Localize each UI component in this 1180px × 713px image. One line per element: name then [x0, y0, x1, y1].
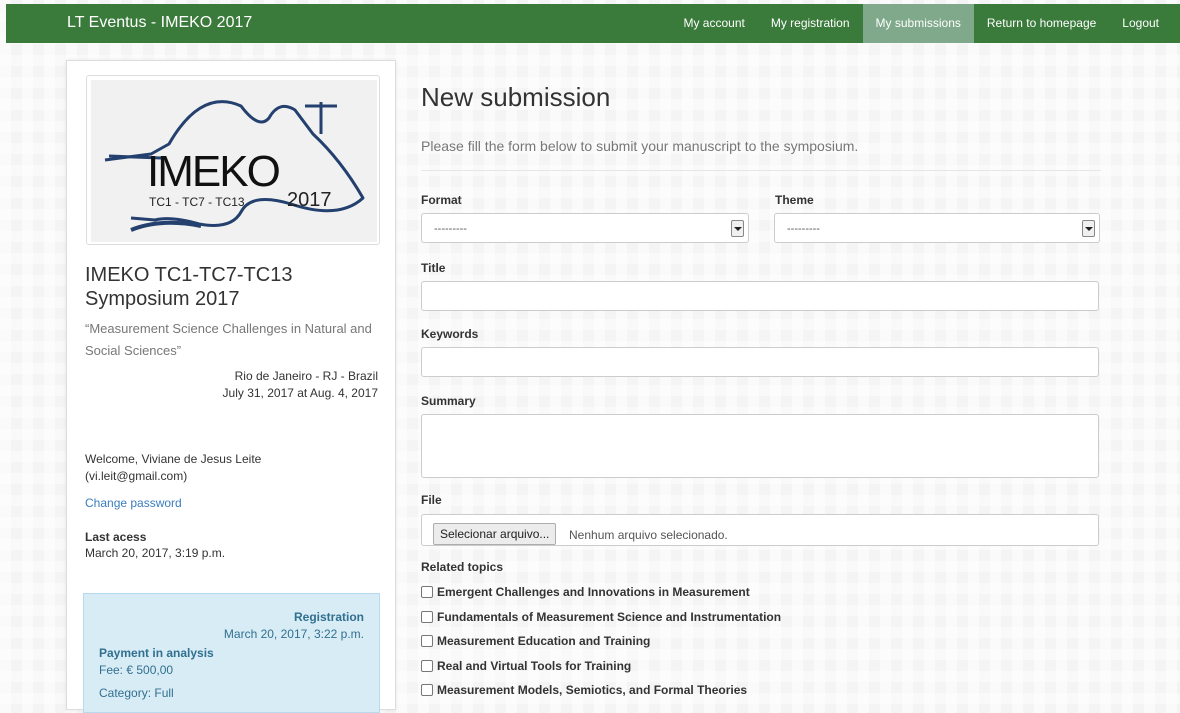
file-input: Selecionar arquivo... Nenhum arquivo sel…	[421, 514, 1099, 546]
last-access-value: March 20, 2017, 3:19 p.m.	[85, 546, 226, 560]
welcome-text: Welcome, Viviane de Jesus Leite (vi.leit…	[85, 452, 262, 483]
topic-label: Measurement Models, Semiotics, and Forma…	[437, 683, 748, 697]
logo-year: 2017	[287, 189, 332, 211]
topic-label: Fundamentals of Measurement Science and …	[437, 610, 782, 624]
checkbox[interactable]	[421, 611, 433, 623]
brand-title[interactable]: LT Eventus - IMEKO 2017	[67, 14, 252, 32]
nav-links: My account My registration My submission…	[670, 4, 1172, 43]
title-input[interactable]	[421, 281, 1099, 311]
choose-file-button[interactable]: Selecionar arquivo...	[433, 523, 557, 545]
topic-checkbox-item[interactable]: Fundamentals of Measurement Science and …	[421, 610, 781, 624]
conference-subtitle: “Measurement Science Challenges in Natur…	[85, 321, 372, 358]
registration-date: March 20, 2017, 3:22 p.m.	[223, 627, 364, 641]
topic-label: Real and Virtual Tools for Training	[437, 659, 632, 673]
top-navbar: LT Eventus - IMEKO 2017 My account My re…	[6, 4, 1180, 43]
imeko-logo-image: IMEKO TC1 - TC7 - TC13 2017	[91, 80, 377, 242]
checkbox[interactable]	[421, 586, 433, 598]
theme-select[interactable]: ---------	[774, 213, 1100, 243]
keywords-input[interactable]	[421, 347, 1099, 377]
topic-checkbox-item[interactable]: Measurement Models, Semiotics, and Forma…	[421, 683, 747, 697]
summary-label: Summary	[421, 394, 476, 408]
format-select-value: ---------	[434, 223, 467, 235]
topic-label: Emergent Challenges and Innovations in M…	[437, 585, 750, 599]
nav-logout[interactable]: Logout	[1109, 4, 1172, 43]
topic-checkbox-item[interactable]: Measurement Education and Training	[421, 634, 650, 648]
sidebar-panel: IMEKO TC1 - TC7 - TC13 2017 IMEKO TC1-TC…	[66, 60, 396, 713]
nav-my-account[interactable]: My account	[670, 4, 757, 43]
conference-logo: IMEKO TC1 - TC7 - TC13 2017	[86, 75, 380, 245]
checkbox[interactable]	[421, 660, 433, 672]
format-select[interactable]: ---------	[421, 213, 749, 243]
logo-committees: TC1 - TC7 - TC13	[149, 195, 245, 209]
registration-title: Registration	[293, 610, 364, 624]
page-title: New submission	[421, 82, 611, 112]
keywords-label: Keywords	[421, 327, 479, 341]
related-topics-label: Related topics	[421, 560, 504, 574]
change-password-link[interactable]: Change password	[85, 496, 182, 510]
payment-status: Payment in analysis	[99, 646, 214, 660]
conference-location: Rio de Janeiro - RJ - Brazil	[234, 369, 378, 383]
logo-word: IMEKO	[147, 147, 280, 196]
file-label: File	[421, 493, 442, 507]
nav-my-submissions[interactable]: My submissions	[862, 4, 974, 43]
checkbox[interactable]	[421, 684, 433, 696]
nav-return-homepage[interactable]: Return to homepage	[974, 4, 1109, 43]
checkbox[interactable]	[421, 635, 433, 647]
topic-checkbox-item[interactable]: Emergent Challenges and Innovations in M…	[421, 585, 750, 599]
registration-box: Registration March 20, 2017, 3:22 p.m. P…	[83, 593, 380, 713]
theme-label: Theme	[775, 193, 814, 207]
chevron-down-icon	[1082, 220, 1095, 237]
form-intro: Please fill the form below to submit you…	[421, 138, 859, 154]
chevron-down-icon	[731, 220, 744, 237]
title-label: Title	[421, 261, 446, 275]
last-access-label: Last acess	[85, 530, 147, 544]
conference-title: IMEKO TC1-TC7-TC13 Symposium 2017	[85, 264, 293, 310]
format-label: Format	[421, 193, 462, 207]
theme-select-value: ---------	[787, 223, 820, 235]
conference-dates: July 31, 2017 at Aug. 4, 2017	[222, 386, 378, 400]
topic-checkbox-item[interactable]: Real and Virtual Tools for Training	[421, 659, 631, 673]
nav-my-registration[interactable]: My registration	[758, 4, 863, 43]
summary-textarea[interactable]	[421, 414, 1099, 478]
divider	[421, 170, 1101, 171]
registration-fee: Fee: € 500,00	[99, 663, 174, 677]
file-status-text: Nenhum arquivo selecionado.	[569, 528, 728, 542]
topic-label: Measurement Education and Training	[437, 634, 651, 648]
registration-category: Category: Full	[99, 686, 174, 700]
